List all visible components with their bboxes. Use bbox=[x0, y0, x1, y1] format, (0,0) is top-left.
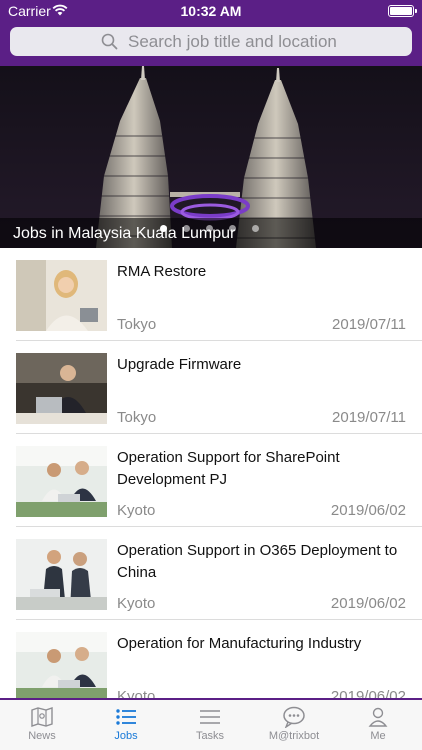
page-dot[interactable] bbox=[160, 225, 167, 232]
job-row[interactable]: Operation for Manufacturing Industry Kyo… bbox=[0, 620, 422, 698]
job-row[interactable]: Operation Support in O365 Deployment to … bbox=[0, 527, 422, 620]
list-icon bbox=[116, 709, 136, 725]
job-thumbnail bbox=[16, 632, 107, 698]
tab-tasks[interactable]: Tasks bbox=[168, 700, 252, 750]
search-placeholder: Search job title and location bbox=[128, 32, 337, 51]
page-dot[interactable] bbox=[229, 225, 236, 232]
job-date: 2019/06/02 bbox=[330, 688, 406, 698]
tab-label: News bbox=[28, 730, 56, 742]
map-icon bbox=[31, 707, 53, 727]
banner-carousel[interactable]: Jobs in Malaysia Kuala Lumpur bbox=[0, 66, 422, 248]
job-thumbnail bbox=[16, 353, 107, 424]
tab-bar: News Jobs Tasks M@trixbot Me bbox=[0, 698, 422, 750]
tab-label: Me bbox=[370, 730, 386, 742]
page-dot[interactable] bbox=[252, 225, 259, 232]
tab-matrixbot[interactable]: M@trixbot bbox=[252, 700, 336, 750]
job-thumbnail bbox=[16, 260, 107, 331]
chat-bubble-icon bbox=[283, 706, 305, 728]
job-thumbnail bbox=[16, 446, 107, 517]
tab-label: M@trixbot bbox=[268, 730, 320, 742]
page-dot[interactable] bbox=[183, 225, 190, 232]
status-bar: Carrier 10:32 AM bbox=[0, 0, 422, 24]
job-location: Kyoto bbox=[117, 688, 156, 698]
tab-me[interactable]: Me bbox=[336, 700, 420, 750]
tab-jobs[interactable]: Jobs bbox=[84, 700, 168, 750]
job-date: 2019/06/02 bbox=[330, 502, 406, 519]
job-thumbnail bbox=[16, 539, 107, 610]
job-title: RMA Restore bbox=[117, 263, 207, 280]
job-row[interactable]: Operation Support for SharePoint Develop… bbox=[0, 434, 422, 527]
page-indicator[interactable] bbox=[160, 219, 275, 237]
job-title: Operation Support in O365 Deployment to … bbox=[117, 542, 398, 581]
tab-label: Tasks bbox=[195, 730, 225, 742]
job-location: Kyoto bbox=[117, 502, 156, 519]
job-location: Tokyo bbox=[117, 316, 157, 333]
job-date: 2019/06/02 bbox=[330, 595, 406, 612]
battery-icon bbox=[388, 5, 417, 17]
app-header: Carrier 10:32 AM Search job title and lo… bbox=[0, 0, 422, 66]
page-dot[interactable] bbox=[206, 225, 213, 232]
tab-label: Jobs bbox=[114, 730, 138, 742]
job-row[interactable]: RMA Restore Tokyo 2019/07/11 bbox=[0, 248, 422, 341]
tab-news[interactable]: News bbox=[0, 700, 84, 750]
job-title: Upgrade Firmware bbox=[117, 356, 242, 373]
job-title: Operation Support for SharePoint Develop… bbox=[117, 449, 340, 488]
job-location: Tokyo bbox=[117, 409, 157, 426]
search-icon bbox=[101, 33, 118, 50]
clock: 10:32 AM bbox=[180, 3, 242, 19]
job-location: Kyoto bbox=[117, 595, 156, 612]
search-input[interactable]: Search job title and location bbox=[10, 27, 412, 56]
job-list[interactable]: RMA Restore Tokyo 2019/07/11 Upgrade Fir… bbox=[0, 248, 422, 698]
job-row[interactable]: Upgrade Firmware Tokyo 2019/07/11 bbox=[0, 341, 422, 434]
job-title: Operation for Manufacturing Industry bbox=[117, 635, 362, 652]
job-date: 2019/07/11 bbox=[332, 409, 406, 426]
job-date: 2019/07/11 bbox=[332, 316, 406, 333]
menu-lines-icon bbox=[200, 710, 220, 724]
person-icon bbox=[368, 707, 388, 727]
